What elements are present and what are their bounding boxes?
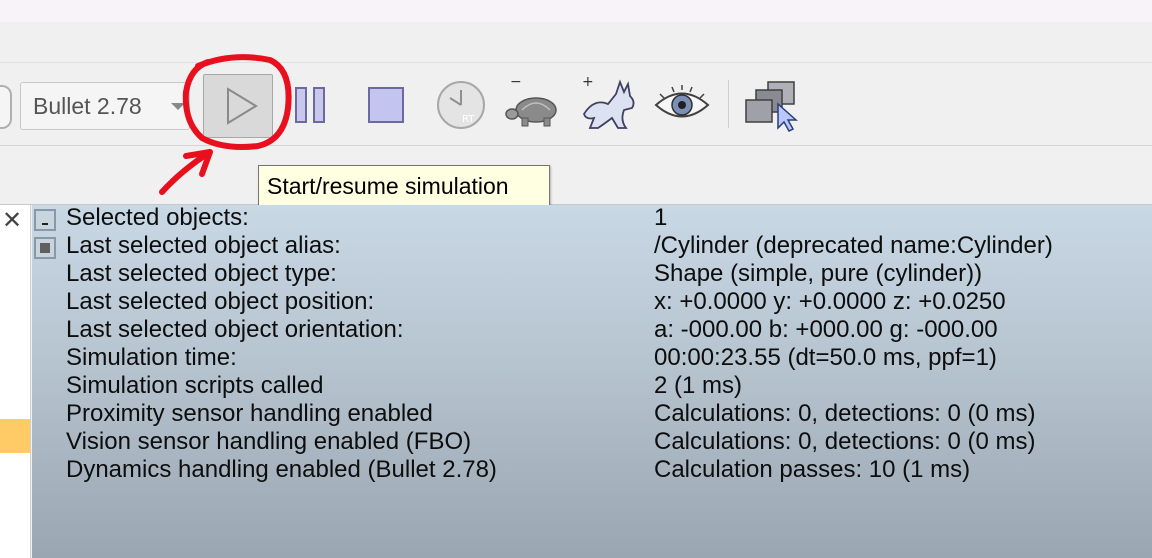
rt-badge: RT <box>462 114 475 125</box>
info-label: Vision sensor handling enabled (FBO) <box>66 428 472 455</box>
info-row: Vision sensor handling enabled (FBO) Cal… <box>32 428 1152 456</box>
info-label: Last selected object position: <box>66 288 375 315</box>
physics-engine-select[interactable]: Bullet 2.78 <box>20 82 190 130</box>
info-value: Calculation passes: 10 (1 ms) <box>654 456 971 483</box>
info-row: Last selected object alias: /Cylinder (d… <box>32 232 1152 260</box>
info-row: Simulation time: 00:00:23.55 (dt=50.0 ms… <box>32 344 1152 372</box>
simulation-info-panel: Selected objects: 1 Last selected object… <box>32 204 1152 558</box>
info-value: 00:00:23.55 (dt=50.0 ms, ppf=1) <box>654 344 997 371</box>
info-value: a: -000.00 b: +000.00 g: -000.00 <box>654 316 998 343</box>
info-row: Last selected object position: x: +0.000… <box>32 288 1152 316</box>
info-label: Dynamics handling enabled (Bullet 2.78) <box>66 456 497 483</box>
secondary-toolbar <box>0 146 1152 205</box>
info-label: Simulation time: <box>66 344 237 371</box>
rabbit-faster-icon: + <box>582 74 635 129</box>
play-icon <box>227 87 258 125</box>
minus-modifier: − <box>510 74 522 90</box>
info-value: 2 (1 ms) <box>654 372 743 399</box>
selected-hierarchy-item[interactable] <box>0 419 30 453</box>
info-value: 1 <box>654 204 668 231</box>
info-row: Last selected object type: Shape (simple… <box>32 260 1152 288</box>
info-value: /Cylinder (deprecated name:Cylinder) <box>654 232 1053 259</box>
visualization-toggle-button[interactable] <box>650 74 714 136</box>
info-label: Proximity sensor handling enabled <box>66 400 433 427</box>
info-row: Selected objects: 1 <box>32 204 1152 232</box>
scene-hierarchy-panel: ✕ <box>0 205 31 558</box>
info-value: Calculations: 0, detections: 0 (0 ms) <box>654 428 1036 455</box>
info-label: Selected objects: <box>66 204 249 231</box>
stop-icon <box>368 87 404 123</box>
menu-bar <box>0 22 1152 63</box>
turtle-slower-icon: − <box>505 74 557 127</box>
windows-cursor-icon <box>745 81 798 132</box>
pause-icon <box>295 87 325 123</box>
stop-simulation-button[interactable] <box>360 74 414 136</box>
close-icon[interactable]: ✕ <box>2 209 22 233</box>
chevron-down-icon <box>171 103 185 110</box>
eye-icon <box>654 85 710 118</box>
slow-down-button[interactable]: − <box>500 74 570 136</box>
plus-modifier: + <box>582 74 594 90</box>
info-row: Simulation scripts called 2 (1 ms) <box>32 372 1152 400</box>
realtime-mode-button[interactable]: RT <box>432 74 492 136</box>
info-value: x: +0.0000 y: +0.0000 z: +0.0250 <box>654 288 1006 315</box>
info-label: Last selected object orientation: <box>66 316 404 343</box>
tooltip: Start/resume simulation <box>258 165 550 206</box>
info-label: Simulation scripts called <box>66 372 324 399</box>
speed-up-button[interactable]: + <box>576 74 642 136</box>
physics-engine-value: Bullet 2.78 <box>33 93 142 119</box>
pause-simulation-button[interactable] <box>288 74 338 136</box>
info-label: Last selected object alias: <box>66 232 341 259</box>
title-bar <box>0 0 1152 23</box>
toolbar-separator <box>728 80 729 128</box>
info-label: Last selected object type: <box>66 260 337 287</box>
realtime-clock-icon: RT <box>437 81 485 129</box>
info-row: Dynamics handling enabled (Bullet 2.78) … <box>32 456 1152 484</box>
info-value: Shape (simple, pure (cylinder)) <box>654 260 983 287</box>
start-simulation-button[interactable] <box>203 74 273 138</box>
info-value: Calculations: 0, detections: 0 (0 ms) <box>654 400 1036 427</box>
tooltip-text: Start/resume simulation <box>267 173 509 199</box>
info-row: Last selected object orientation: a: -00… <box>32 316 1152 344</box>
window-selection-button[interactable] <box>742 74 802 136</box>
toolbar-partial-control[interactable] <box>0 85 12 129</box>
info-row: Proximity sensor handling enabled Calcul… <box>32 400 1152 428</box>
